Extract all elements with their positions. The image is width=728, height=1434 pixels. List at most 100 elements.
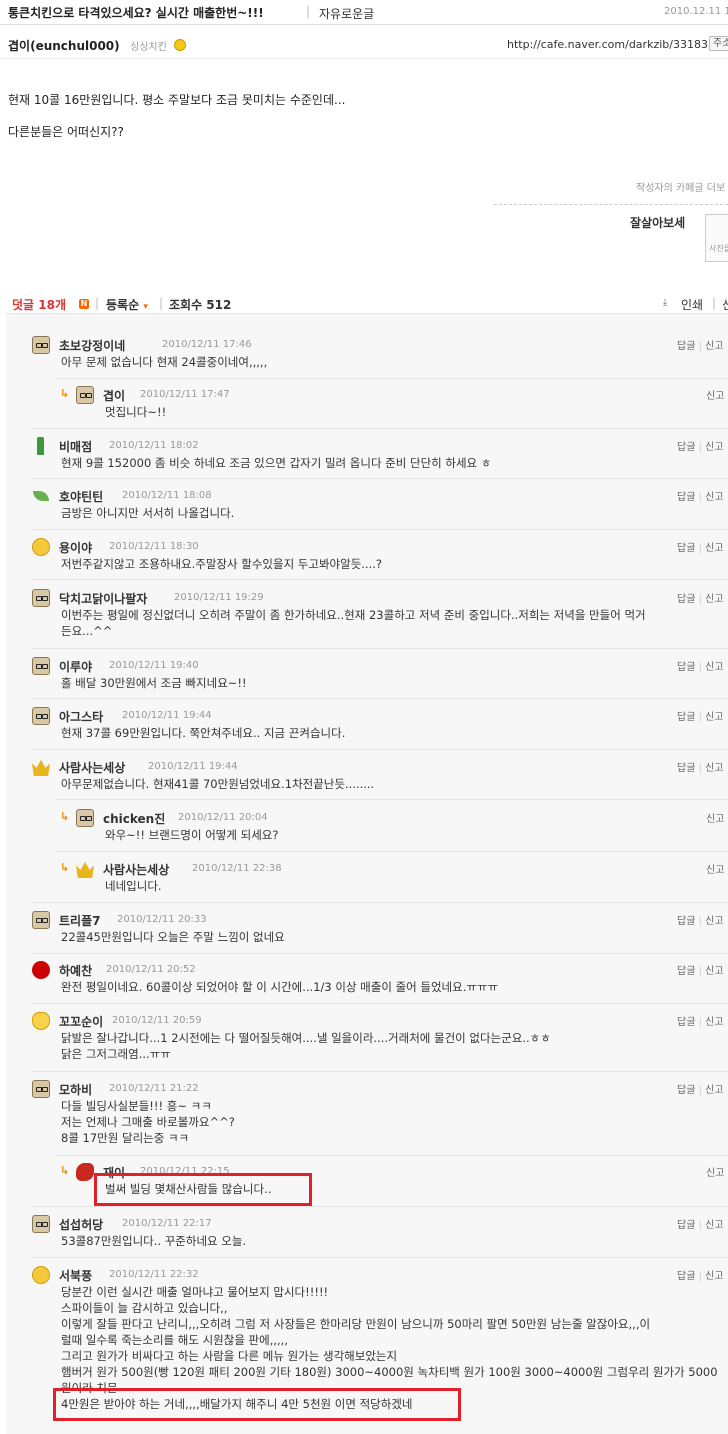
reply-link[interactable]: 답글 [677,492,695,503]
report-link[interactable]: 신고 [705,594,723,605]
action-divider: | [695,1085,706,1096]
comment-count[interactable]: 덧글 18개 [12,296,66,313]
avatar [32,437,50,455]
commenter-name[interactable]: 하예찬 [59,962,92,979]
action-divider: | [695,916,706,927]
report-link[interactable]: 신고 [705,341,723,352]
copy-address-button[interactable]: 주소 [709,36,728,51]
post-author[interactable]: 겹이(eunchul000) [8,37,120,54]
report-link[interactable]: 신고 [705,916,723,927]
view-count: 조회수 512 [169,298,232,312]
report-link[interactable]: 신고 [705,543,723,554]
comment-actions: 답글 | 신고 [677,590,724,605]
reply-link[interactable]: 답글 [677,341,695,352]
bar-divider: | [95,296,100,310]
order-dropdown[interactable]: 등록순 ▾ [106,296,148,313]
post-url[interactable]: http://cafe.naver.com/darkzib/33183 [507,38,708,51]
comment-date: 2010/12/11 22:38 [192,863,282,874]
comment-text: 이번주는 평일에 정신없더니 오히려 주말이 좀 한가하네요..현재 23콜하고… [61,608,646,622]
new-badge: N [79,299,89,309]
comment-text: 든요...^^ [61,624,113,638]
comment-date: 2010/12/11 22:32 [109,1269,199,1280]
commenter-name[interactable]: 겹이 [103,387,125,404]
recommend-title[interactable]: 잘살아보세 [630,214,685,231]
comment-actions: 신고 [706,861,724,876]
report-link[interactable]: 신고 [705,492,723,503]
reply-link[interactable]: 답글 [677,1085,695,1096]
thumb-label: 사진을 [709,244,728,253]
commenter-name[interactable]: 사람사는세상 [103,861,169,878]
report-link[interactable]: 신고 [706,814,724,825]
author-divider [0,58,728,59]
comment-date: 2010/12/11 19:44 [122,710,212,721]
commenter-name[interactable]: chicken진 [103,810,165,827]
reply-link[interactable]: 답글 [677,543,695,554]
reply-link[interactable]: 답글 [677,1271,695,1282]
share-link-partial[interactable]: 신 [722,296,728,313]
commenter-name[interactable]: 초보강정이네 [59,337,125,354]
commenter-name[interactable]: 트리플7 [59,912,100,929]
report-link[interactable]: 신고 [705,442,723,453]
comment-date: 2010/12/11 19:40 [109,660,199,671]
commenter-name[interactable]: 서북풍 [59,1267,92,1284]
commenter-name[interactable]: 닥치고닭이나팔자 [59,590,147,607]
comment-date: 2010/12/11 17:47 [140,389,230,400]
report-link[interactable]: 신고 [705,1017,723,1028]
reply-link[interactable]: 답글 [677,662,695,673]
commenter-name[interactable]: 이루야 [59,658,92,675]
report-link[interactable]: 신고 [706,1168,724,1179]
commenter-name[interactable]: 용이야 [59,539,92,556]
smile-level-icon [174,39,186,51]
comment-text: 이렇게 잘들 판다고 난리니,,,오히려 그럼 저 사장들은 한마리당 만원이 … [61,1317,651,1331]
action-divider: | [695,341,706,352]
report-link[interactable]: 신고 [705,1271,723,1282]
recommend-thumbnail[interactable]: 사진을 [705,214,728,262]
report-link[interactable]: 신고 [705,1085,723,1096]
report-link[interactable]: 신고 [705,712,723,723]
commenter-name[interactable]: 비매점 [59,438,92,455]
commenter-name[interactable]: 꼬꼬순이 [59,1013,103,1030]
comment-actions: 답글 | 신고 [677,708,724,723]
report-link[interactable]: 신고 [706,391,724,402]
comment-text: 닭발은 잘나갑니다...1 2시전에는 다 떨어질듯해여....낼 일을이라..… [61,1031,551,1045]
reply-link[interactable]: 답글 [677,594,695,605]
comment-actions: 답글 | 신고 [677,488,724,503]
comment-divider [32,749,728,750]
commenter-name[interactable]: 사람사는세상 [59,759,125,776]
print-link[interactable]: 인쇄 [681,296,703,313]
report-link[interactable]: 신고 [706,865,724,876]
comment-text: 홀 배달 30만원에서 조금 빠지네요~!! [61,676,247,690]
commenter-name[interactable]: 호야틴틴 [59,488,103,505]
comment-divider [32,698,728,699]
report-link[interactable]: 신고 [705,1220,723,1231]
more-by-writer-link[interactable]: 작성자의 카페글 더보 [636,179,725,194]
comment-actions: 신고 [706,1164,724,1179]
commenter-name[interactable]: 아그스타 [59,708,103,725]
report-link[interactable]: 신고 [705,966,723,977]
reply-link[interactable]: 답글 [677,763,695,774]
comment-date: 2010/12/11 18:30 [109,541,199,552]
commenter-name[interactable]: 모하비 [59,1081,92,1098]
comment-text: 현재 9콜 152000 좀 비슷 하네요 조금 있으면 갑자기 밀려 옵니다 … [61,456,492,470]
avatar [76,386,94,404]
comment-actions: 답글 | 신고 [677,1216,724,1231]
reply-link[interactable]: 답글 [677,916,695,927]
report-link[interactable]: 신고 [705,662,723,673]
reply-link[interactable]: 답글 [677,1220,695,1231]
highlight-box [94,1173,312,1206]
report-link[interactable]: 신고 [705,763,723,774]
title-divider: | [306,4,311,18]
reply-link[interactable]: 답글 [677,712,695,723]
board-link[interactable]: 자유로운글 [319,5,374,22]
comment-text: 멋집니다~!! [105,405,167,419]
reply-link[interactable]: 답글 [677,442,695,453]
reply-link[interactable]: 답글 [677,966,695,977]
reply-link[interactable]: 답글 [677,1017,695,1028]
action-divider: | [695,492,706,503]
print-icon[interactable]: ⤓ [663,298,673,308]
avatar [76,1163,94,1181]
commenter-name[interactable]: 섭섭허당 [59,1216,103,1233]
comment-date: 2010/12/11 20:52 [106,964,196,975]
comment-date: 2010/12/11 20:33 [117,914,207,925]
comment-date: 2010/12/11 19:29 [174,592,264,603]
